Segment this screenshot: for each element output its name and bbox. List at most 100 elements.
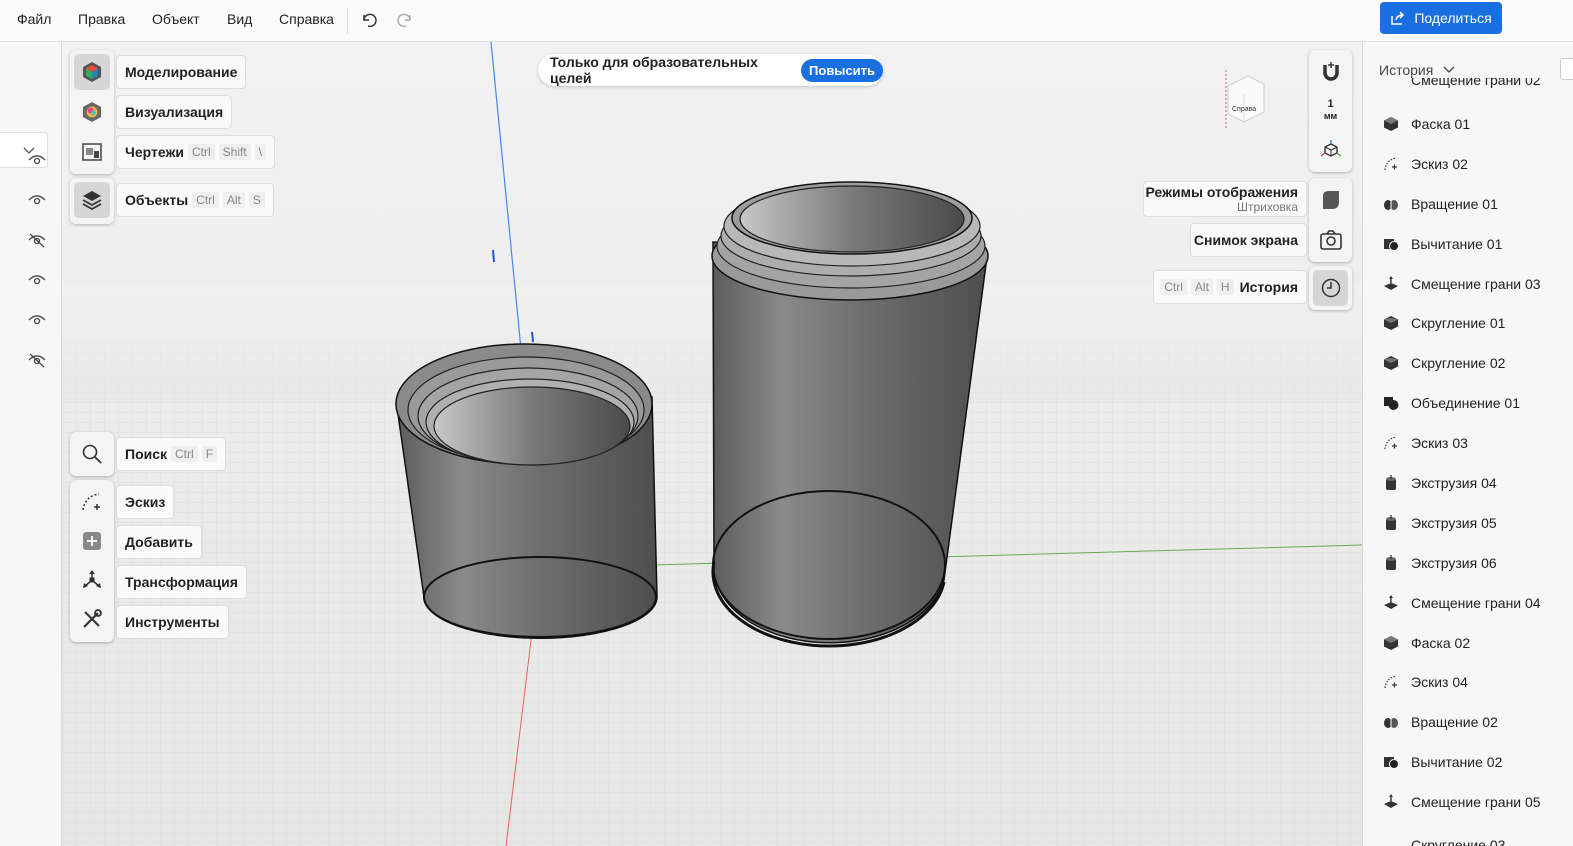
history-item[interactable]: Скругление 01 [1363,303,1573,343]
screenshot-button[interactable] [1313,222,1348,258]
search-toolbar [70,432,114,476]
history-label[interactable]: Ctrl Alt H История [1153,270,1307,304]
panel-collapse-tab[interactable] [1560,58,1573,80]
history-item[interactable]: Экструзия 04 [1363,463,1573,503]
search-label[interactable]: Поиск Ctrl F [116,437,227,471]
visualization-label[interactable]: Визуализация [116,95,233,129]
visibility-eye-icon[interactable] [27,272,47,288]
history-item-label: Смещение грани 03 [1411,275,1541,292]
sketch-label[interactable]: Эскиз [116,485,175,519]
history-item-partial[interactable]: Скругление 03 [1411,836,1505,846]
visualization-button[interactable] [74,94,110,130]
tools-button[interactable] [74,601,110,637]
drawings-button[interactable] [74,134,110,170]
search-button[interactable] [74,436,110,472]
shortcut-key: Alt [222,192,245,208]
undo-icon[interactable] [358,9,380,31]
visibility-eye-icon[interactable] [27,152,47,168]
orientation-button[interactable] [1313,132,1348,168]
history-item[interactable]: Экструзия 05 [1363,503,1573,543]
fillet-icon [1383,355,1399,371]
modeling-label[interactable]: Моделирование [116,55,247,89]
menu-edit[interactable]: Правка [78,11,125,27]
tools-label[interactable]: Инструменты [116,605,229,639]
grid-scale-button[interactable]: 1 мм [1313,92,1348,128]
history-panel: История Смещение грани 02 Фаска 01 Эскиз … [1362,42,1573,846]
history-item[interactable]: Вращение 02 [1363,702,1573,742]
union-icon [1383,395,1399,411]
history-item-label: Объединение 01 [1411,395,1520,412]
sketch-text: Эскиз [125,494,166,510]
axis-cube-icon [1320,140,1341,157]
history-item[interactable]: Эскиз 03 [1363,423,1573,463]
history-item[interactable]: Эскиз 04 [1363,662,1573,702]
history-item[interactable]: Экструзия 06 [1363,543,1573,583]
history-header[interactable]: История [1379,62,1455,78]
lid-model[interactable] [395,343,658,639]
visibility-hidden-icon[interactable] [27,232,47,248]
banner-text: Только для образовательных целей [550,54,758,86]
history-item[interactable]: Фаска 02 [1363,623,1573,663]
menu-object[interactable]: Объект [152,11,200,27]
history-item[interactable]: Смещение грани 03 [1363,264,1573,304]
screenshot-label[interactable]: Снимок экрана [1190,223,1307,257]
display-modes-button[interactable] [1313,182,1348,218]
history-item[interactable]: Вычитание 01 [1363,224,1573,264]
sketch-icon [1383,674,1399,690]
sketch-button[interactable] [74,484,110,520]
drawings-label[interactable]: Чертежи Ctrl Shift \ [116,135,276,169]
revolve-icon [1383,196,1399,212]
history-item[interactable]: Вычитание 02 [1363,742,1573,782]
workspace-toolbar [70,50,114,174]
share-button[interactable]: Поделиться [1380,2,1502,34]
history-item-partial[interactable]: Смещение грани 02 [1411,78,1541,88]
add-button[interactable] [74,523,110,559]
history-item[interactable]: Эскиз 02 [1363,144,1573,184]
history-toolbar [1309,266,1352,310]
snap-button[interactable] [1313,54,1348,90]
history-button[interactable] [1313,270,1348,306]
history-item-label: Смещение грани 05 [1411,794,1541,811]
sketch-icon [1383,435,1399,451]
modeling-text: Моделирование [125,64,238,80]
history-item-label: Смещение грани 04 [1411,594,1541,611]
layers-icon [82,191,102,211]
upgrade-button[interactable]: Повысить [801,58,883,82]
scale-unit: мм [1323,111,1338,121]
axis-marker [531,331,534,343]
revolve-icon [1383,714,1399,730]
objects-label[interactable]: Объекты Ctrl Alt S [116,183,274,217]
chevron-down-icon [1443,66,1455,73]
redo-icon[interactable] [394,9,416,31]
shortcut-key: Shift [218,144,251,160]
objects-button[interactable] [74,182,110,218]
offset-face-icon [1383,594,1399,611]
transform-button[interactable] [74,562,110,598]
history-item[interactable]: Вращение 01 [1363,184,1573,224]
chamfer-icon [1383,635,1399,651]
add-label[interactable]: Добавить [116,525,202,559]
subtract-icon [1383,236,1399,252]
menu-help[interactable]: Справка [279,11,334,27]
history-item[interactable]: Смещение грани 05 [1363,782,1573,822]
history-item-label: Вращение 02 [1411,714,1498,731]
visibility-hidden-icon[interactable] [27,352,47,368]
view-cube[interactable]: Справа [1218,66,1268,136]
shortcut-key: Alt [1190,279,1213,295]
menu-file[interactable]: Файл [17,11,51,27]
modeling-button[interactable] [74,54,110,90]
share-icon [1391,11,1405,25]
history-item[interactable]: Скругление 02 [1363,343,1573,383]
offset-face-icon [1383,275,1399,292]
history-item[interactable]: Фаска 01 [1363,104,1573,144]
display-modes-label[interactable]: Режимы отображения Штриховка [1143,181,1307,217]
axis-marker [492,249,495,263]
offset-face-icon [1383,794,1399,810]
visibility-eye-icon[interactable] [27,192,47,208]
visibility-eye-icon[interactable] [27,312,47,328]
transform-label[interactable]: Трансформация [116,565,247,599]
history-item[interactable]: Смещение грани 04 [1363,583,1573,623]
menu-view[interactable]: Вид [227,11,252,27]
history-item[interactable]: Объединение 01 [1363,383,1573,423]
visualization-icon [83,102,101,122]
